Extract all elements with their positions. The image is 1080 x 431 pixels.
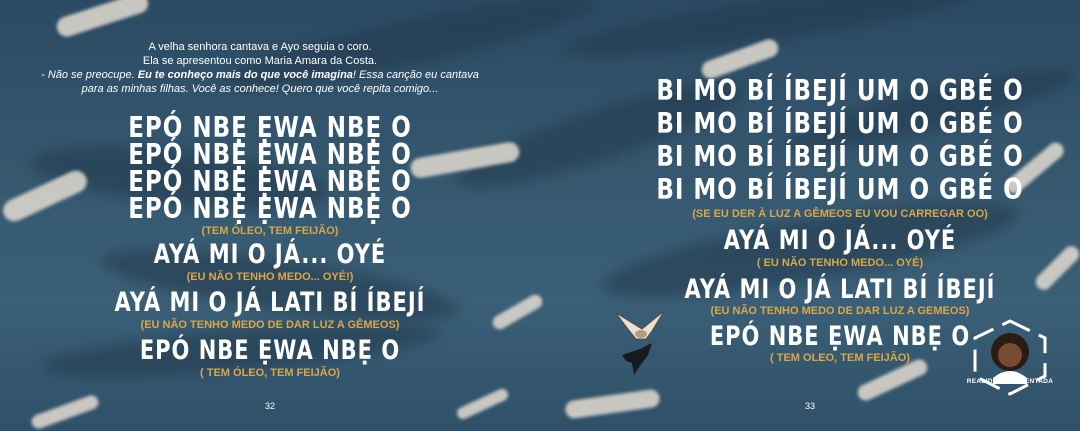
birds-illustration <box>615 310 665 375</box>
translation-line: (SE EU DER À LUZ A GÊMEOS EU VOU CARREGA… <box>692 208 988 220</box>
bird-shadow-icon <box>622 343 652 375</box>
lyric-line: EPÓ NBE ẸWA NBẸ O <box>139 335 401 365</box>
translation-line: (EU NÃO TENHO MEDO... OYÉ!) <box>186 271 354 283</box>
narration-line: para as minhas filhas. Você as conhece! … <box>81 83 439 95</box>
bird-icon <box>615 310 665 340</box>
lyric-line: BI MO BÍ ÍBEJÍ UM O GBÉ O <box>656 107 1024 141</box>
narration-line: - Não se preocupe. Eu te conheço mais do… <box>41 69 479 81</box>
logo-emblem-icon <box>973 319 1047 396</box>
translation-line: (TEM ÓLEO, TEM FEIJÃO) <box>201 225 339 237</box>
lyric-line: AYÁ MI O JÁ LATI BÍ ÍBEJÍ <box>684 274 996 304</box>
lyric-line: AYÁ MI O JÁ... OYÉ <box>723 225 957 255</box>
lyric-line: AYÁ MI O JÁ LATI BÍ ÍBEJÍ <box>114 287 426 317</box>
logo-text: REALIDADE AUMENTADA <box>966 378 1054 385</box>
narration-line: A velha senhora cantava e Ayo seguia o c… <box>148 41 372 53</box>
lyric-line: EPÓ NBẸ ẸWA NBẸ O <box>128 192 412 226</box>
lyric-line: AYÁ MI O JÁ... OYÉ <box>153 239 387 269</box>
translation-line: ( EU NÃO TENHO MEDO... OYÉ) <box>756 257 924 269</box>
page-number: 32 <box>264 401 275 411</box>
page-number: 33 <box>804 401 815 411</box>
lyric-line: BI MO BÍ ÍBEJÍ UM O GBÉ O <box>656 74 1024 108</box>
left-page: A velha senhora cantava e Ayo seguia o c… <box>0 0 540 431</box>
lyric-line: BI MO BÍ ÍBEJÍ UM O GBÉ O <box>656 140 1024 174</box>
translation-line: (EU NÃO TENHO MEDO DE DAR LUZ A GÊMEOS) <box>140 319 400 331</box>
narration-paragraph: A velha senhora cantava e Ayo seguia o c… <box>0 40 570 96</box>
augmented-reality-logo: REALIDADE AUMENTADA <box>965 318 1055 398</box>
narration-line: Ela se apresentou como Maria Amara da Co… <box>142 55 378 67</box>
lyric-line: BI MO BÍ ÍBEJÍ UM O GBÉ O <box>656 173 1024 207</box>
translation-line: ( TEM ÓLEO, TEM FEIJÃO) <box>200 367 340 379</box>
